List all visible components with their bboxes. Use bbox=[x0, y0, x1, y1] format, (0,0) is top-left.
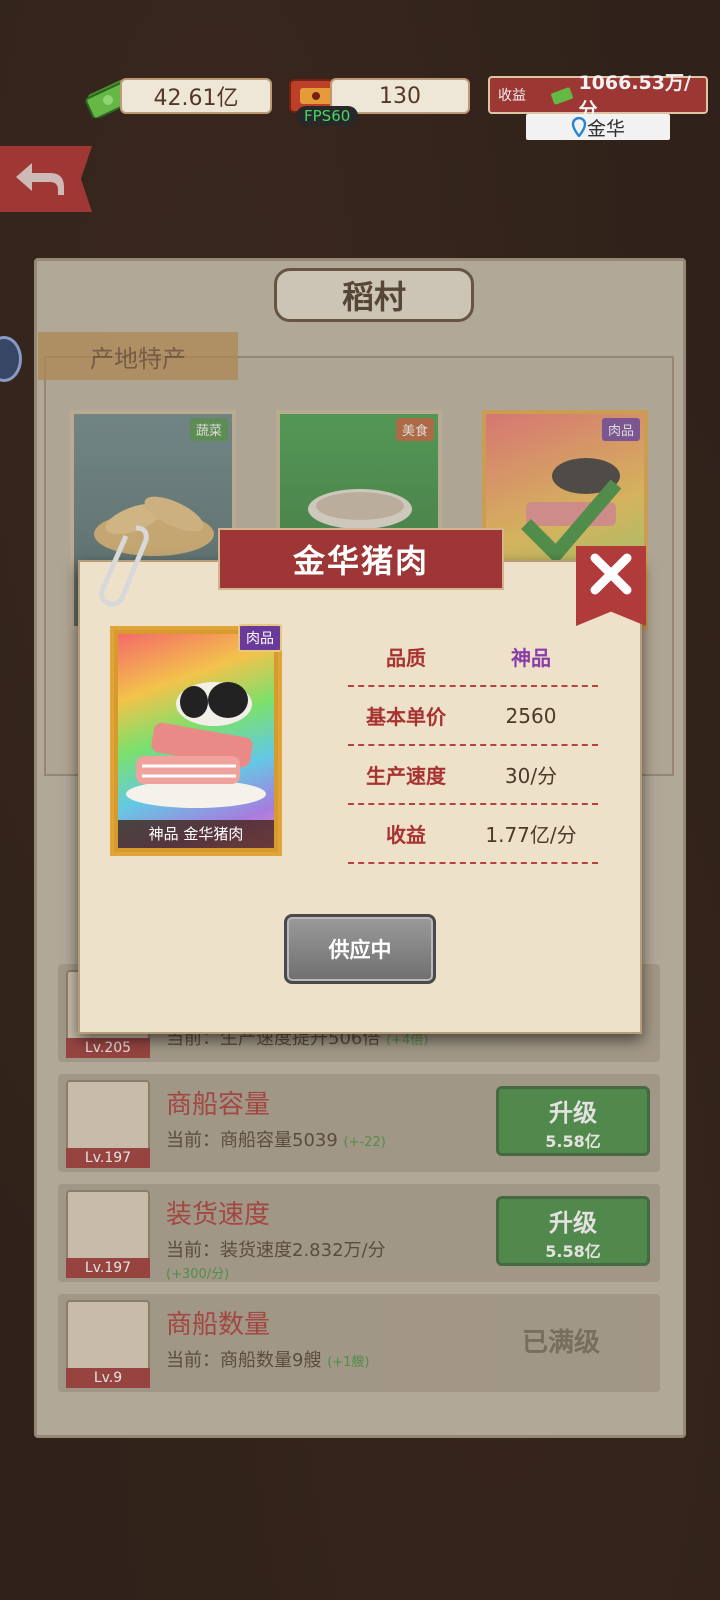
pig-pork-illustration bbox=[126, 682, 266, 808]
supply-button[interactable]: 供应中 bbox=[284, 914, 436, 984]
stat-income: 收益 1.77亿/分 bbox=[348, 805, 598, 864]
popup-title: 金华猪肉 bbox=[218, 528, 504, 590]
card-caption: 神品 金华猪肉 bbox=[118, 820, 274, 848]
paperclip-icon bbox=[98, 525, 149, 607]
pork-art: 神品 金华猪肉 bbox=[118, 634, 274, 848]
close-icon bbox=[590, 553, 632, 595]
stat-quality: 品质 神品 bbox=[348, 628, 598, 687]
stat-speed: 生产速度 30/分 bbox=[348, 746, 598, 805]
category-tag: 肉品 bbox=[238, 624, 282, 652]
product-card: 神品 金华猪肉 肉品 bbox=[110, 624, 282, 856]
stat-price: 基本单价 2560 bbox=[348, 687, 598, 746]
stats-list: 品质 神品 基本单价 2560 生产速度 30/分 收益 1.77亿/分 bbox=[348, 628, 598, 864]
